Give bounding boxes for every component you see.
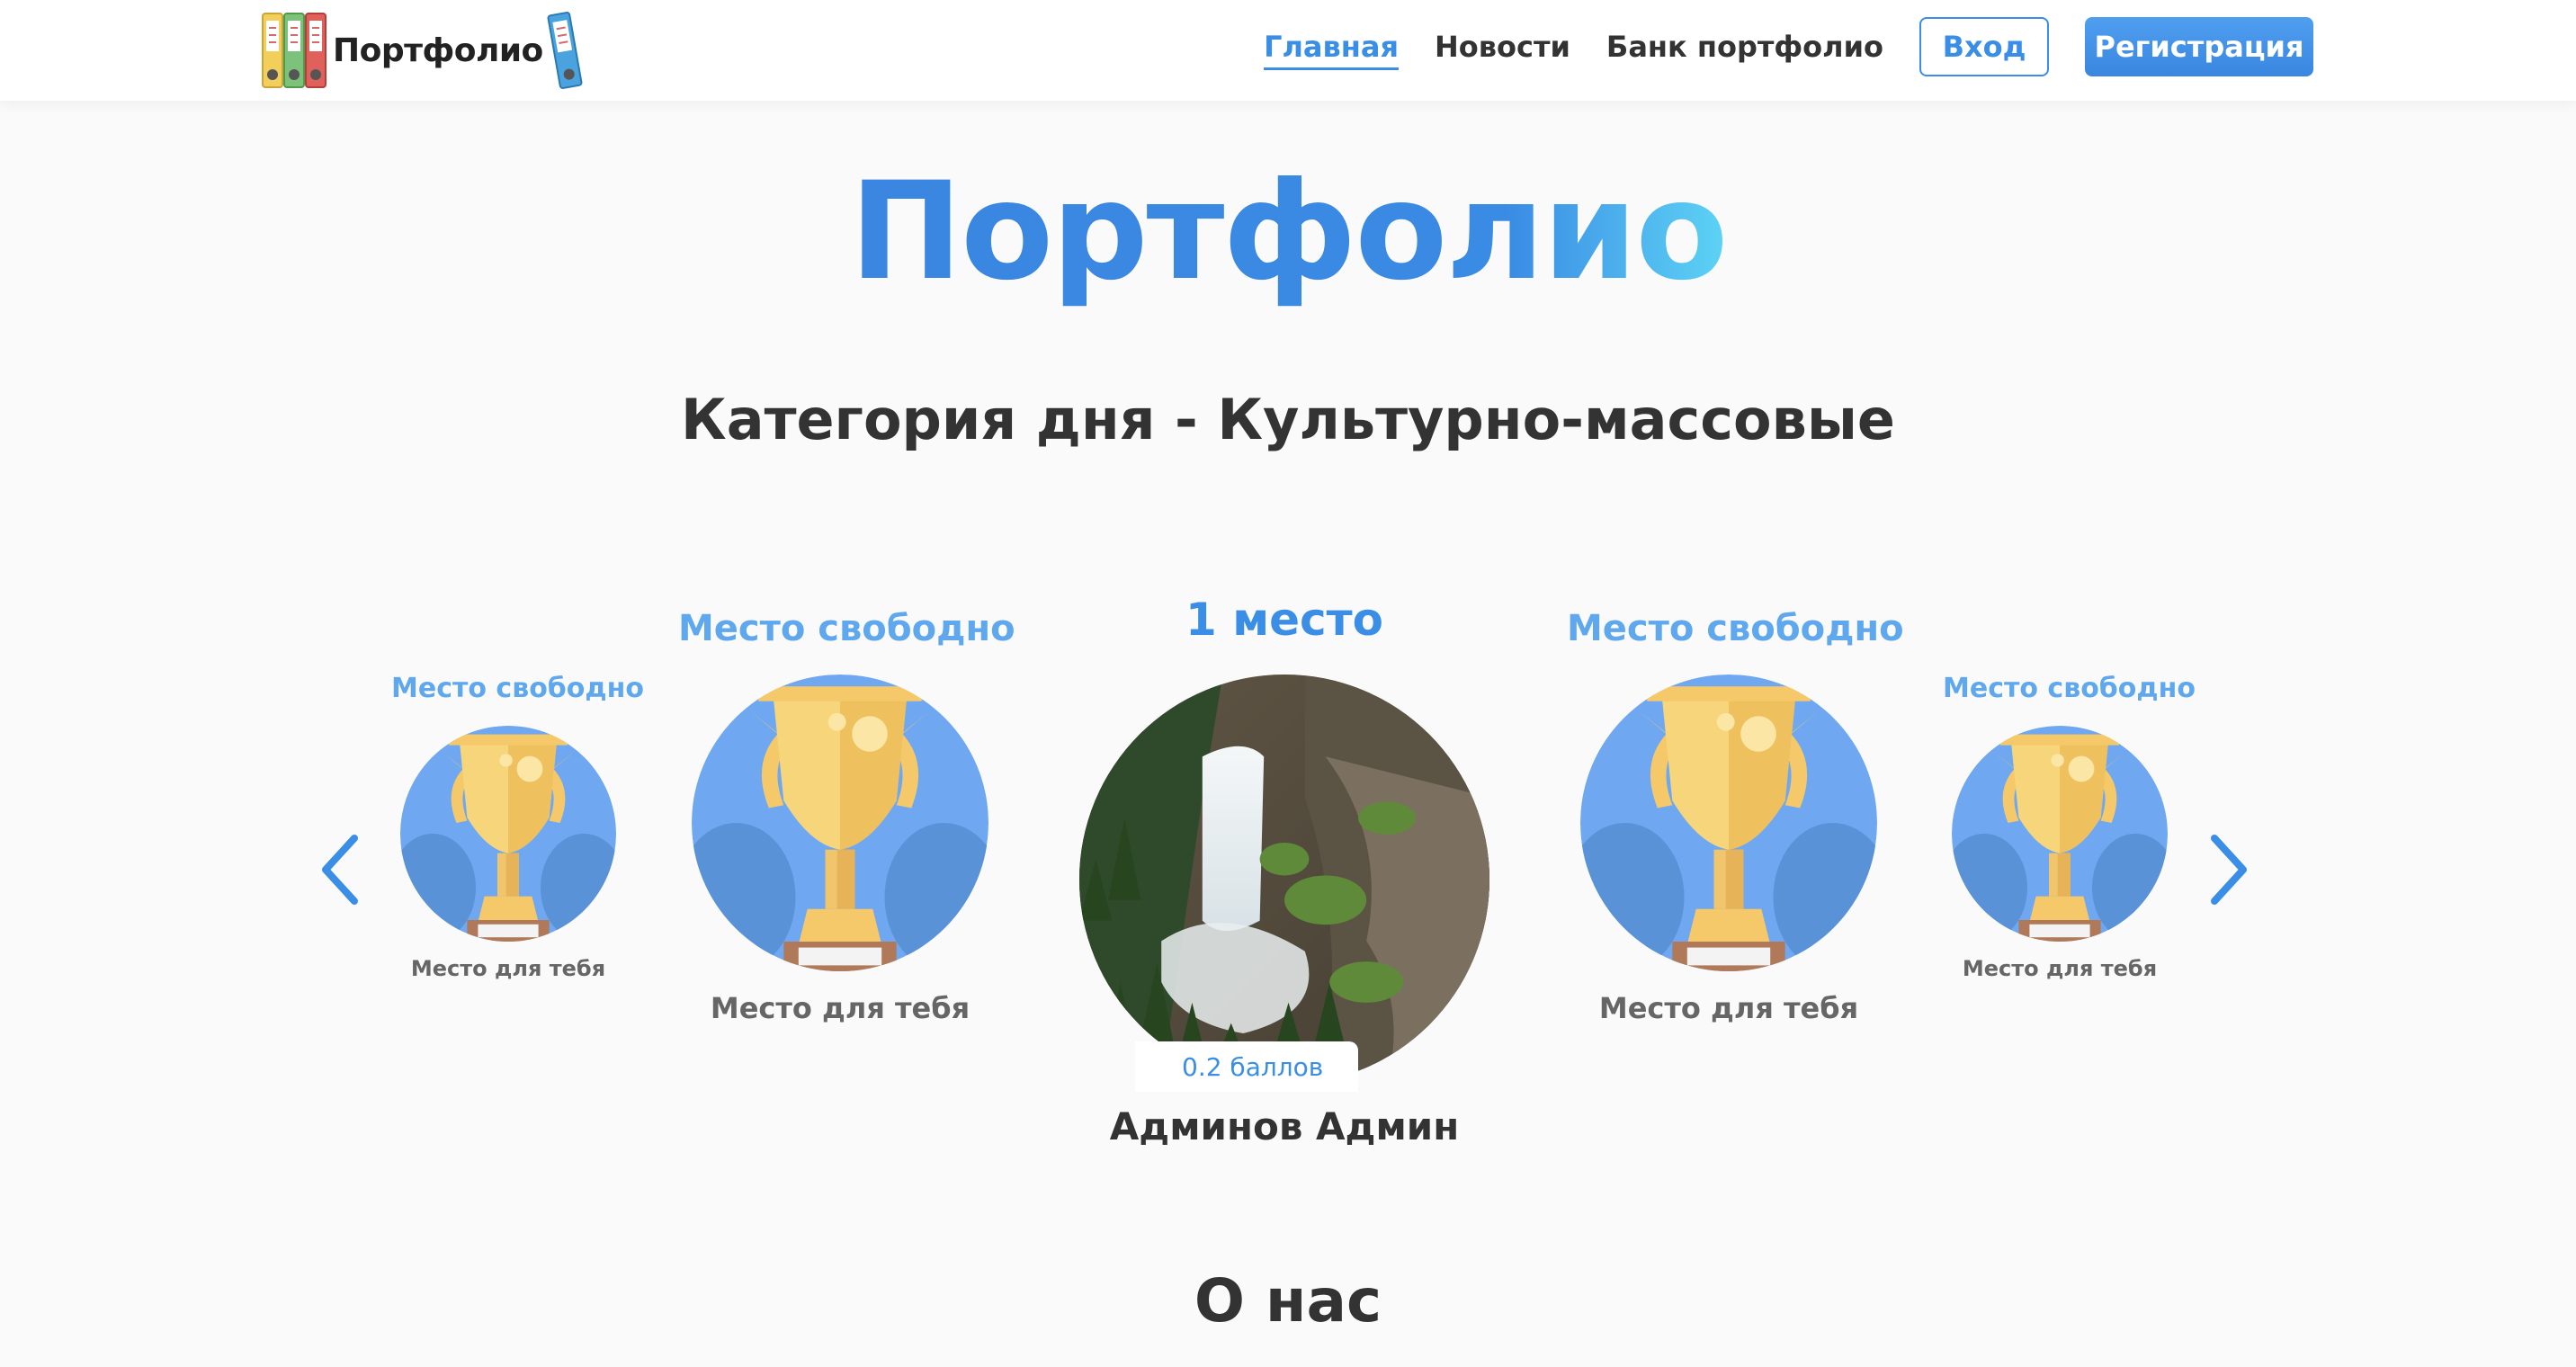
trophy-icon xyxy=(400,726,616,942)
carousel-card-free[interactable]: Место свободно Место для тебя xyxy=(1943,673,2196,981)
about-section-title: О нас xyxy=(1194,1266,1382,1336)
carousel-next-button[interactable] xyxy=(2202,829,2256,910)
blue-binder-icon xyxy=(547,12,583,89)
logo-text: Портфолио xyxy=(333,31,543,69)
place-label: Место свободно xyxy=(1943,673,2196,704)
carousel-card-free[interactable]: Место свободно Место для тебя xyxy=(391,673,644,981)
place-subtitle: Место для тебя xyxy=(1598,991,1859,1025)
winner-name[interactable]: Админов Админ xyxy=(1060,1104,1509,1148)
points-badge: 0.2 баллов xyxy=(1135,1041,1358,1092)
place-label: Место свободно xyxy=(391,673,644,704)
hero-title-text: Портфолио xyxy=(849,154,1729,310)
nav-home-link[interactable]: Главная xyxy=(1264,30,1399,70)
carousel-prev-button[interactable] xyxy=(313,829,367,910)
carousel-card-winner[interactable]: 1 место 0.2 баллов Админов Админ xyxy=(1060,594,1509,1148)
carousel-card-free[interactable]: Место свободно Место для тебя xyxy=(1567,608,1904,1025)
carousel-card-free[interactable]: Место свободно Место для тебя xyxy=(678,608,1015,1025)
chevron-left-icon xyxy=(322,835,358,905)
place-label: Место свободно xyxy=(678,608,1015,649)
binders-logo-icon xyxy=(262,13,326,88)
place-subtitle: Место для тебя xyxy=(710,991,970,1025)
trophy-icon xyxy=(1952,726,2168,942)
trophy-icon xyxy=(1580,675,1877,971)
top-navbar: Портфолио Главная Новости Банк портфолио… xyxy=(0,0,2576,101)
chevron-right-icon xyxy=(2211,835,2247,905)
place-label: Место свободно xyxy=(1567,608,1904,649)
category-of-day-title: Категория дня - Культурно-массовые xyxy=(681,387,1895,452)
login-button[interactable]: Вход xyxy=(1919,17,2049,76)
trophy-avatar xyxy=(1580,675,1877,971)
waterfall-photo xyxy=(1079,675,1489,1085)
register-button[interactable]: Регистрация xyxy=(2085,17,2313,76)
place-subtitle: Место для тебя xyxy=(410,956,606,981)
trophy-avatar xyxy=(692,675,988,971)
nav-news-link[interactable]: Новости xyxy=(1435,30,1570,64)
winner-avatar xyxy=(1079,675,1489,1085)
main-nav: Главная Новости Банк портфолио Вход Реги… xyxy=(1264,16,2313,77)
trophy-avatar xyxy=(1952,726,2168,942)
site-logo[interactable]: Портфолио xyxy=(261,7,585,94)
trophy-avatar xyxy=(400,726,616,942)
place-label: 1 место xyxy=(1185,594,1383,646)
trophy-icon xyxy=(692,675,988,971)
place-subtitle: Место для тебя xyxy=(1962,956,2158,981)
hero-title: Портфолио xyxy=(0,151,2576,313)
nav-bank-link[interactable]: Банк портфолио xyxy=(1606,30,1883,64)
